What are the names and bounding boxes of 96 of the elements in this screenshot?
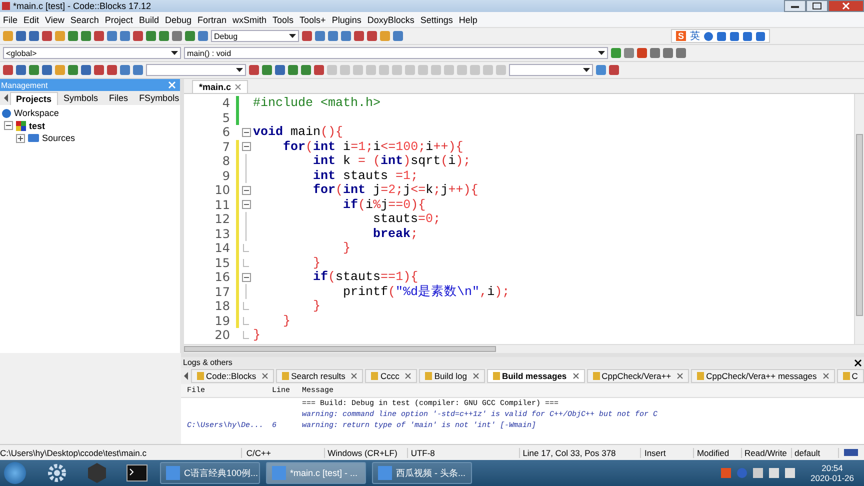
start-button[interactable]: [4, 462, 26, 484]
code-line: for(int i=1;i<=100;i++){: [282, 140, 464, 154]
menu-item[interactable]: Edit: [20, 14, 42, 24]
window-title: *main.c [test] - Code::Blocks 17.12: [13, 1, 152, 11]
menu-item[interactable]: wxSmith: [230, 14, 270, 24]
code-line: for(int j=2;j<=k;j++){: [312, 183, 478, 198]
menu-item[interactable]: Plugins: [328, 14, 364, 24]
input-mode-toggle[interactable]: 英: [690, 29, 700, 43]
menu-item[interactable]: Search: [67, 14, 102, 24]
menu-item[interactable]: Tools: [270, 14, 297, 24]
tree-item[interactable]: Sources: [42, 133, 76, 144]
collapse-icon[interactable]: [4, 121, 13, 130]
menu-item[interactable]: Debug: [162, 14, 194, 24]
status-field: C:\Users\hy\Desktop\ccode\test\main.c: [0, 448, 242, 458]
code-line: int stauts =1;: [312, 168, 418, 183]
close-icon: [841, 2, 851, 10]
status-field: Line 17, Col 33, Pos 378: [520, 448, 642, 458]
build-target-dropdown[interactable]: Debug: [211, 30, 299, 42]
log-tab[interactable]: Build log: [419, 369, 485, 383]
menu-item[interactable]: Settings: [417, 14, 456, 24]
code-line: }: [312, 299, 321, 314]
vertical-scrollbar[interactable]: [854, 94, 864, 344]
code-line: if(stauts==1){: [312, 270, 418, 284]
tree-item[interactable]: Workspace: [14, 108, 59, 118]
menu-item[interactable]: Tools+: [296, 14, 329, 24]
code-line: }: [342, 241, 351, 256]
status-field: UTF-8: [408, 448, 520, 458]
clock-time: 20:54: [822, 463, 843, 473]
status-field: C/C++: [242, 448, 325, 458]
code-line: int k = (int)sqrt(i);: [312, 154, 471, 168]
menu-item[interactable]: Project: [102, 14, 136, 24]
taskbar-button[interactable]: 西瓜视频 - 头条...: [372, 462, 472, 484]
panel-tab[interactable]: Projects: [10, 92, 58, 104]
code-line: #include <math.h>: [253, 96, 381, 110]
maximize-button[interactable]: [806, 0, 828, 12]
horizontal-scrollbar[interactable]: [184, 344, 864, 353]
hexagon-icon[interactable]: [86, 462, 108, 484]
panel-tab[interactable]: Symbols: [58, 92, 104, 104]
fold-icon[interactable]: [242, 200, 250, 210]
log-tab[interactable]: Search results: [276, 369, 364, 383]
log-tab[interactable]: C: [836, 369, 864, 383]
zoom-dropdown[interactable]: [509, 64, 593, 76]
taskbar-button[interactable]: C语言经典100例...: [160, 462, 260, 484]
app-icon: [2, 2, 10, 10]
close-icon[interactable]: [854, 358, 862, 366]
left-arrow-icon[interactable]: [3, 94, 9, 102]
fold-icon[interactable]: [242, 272, 250, 282]
code-line: break;: [372, 226, 418, 241]
fold-icon[interactable]: [242, 128, 250, 137]
code-line: }: [282, 314, 291, 328]
search-dropdown[interactable]: [146, 64, 246, 76]
minimize-button[interactable]: [784, 0, 806, 12]
expand-icon[interactable]: [16, 134, 25, 143]
log-tab[interactable]: Code::Blocks: [191, 369, 274, 383]
function-dropdown[interactable]: main() : void: [184, 47, 608, 59]
status-field: default: [792, 448, 840, 458]
code-line: if(i%j==0){: [342, 198, 426, 212]
terminal-icon[interactable]: [126, 464, 148, 482]
minimize-icon: [790, 3, 800, 9]
log-tab[interactable]: CppCheck/Vera++: [586, 369, 690, 383]
panel-title: Management: [1, 80, 48, 90]
status-field: Read/Write: [742, 448, 792, 458]
status-field: Modified: [694, 448, 742, 458]
status-field: Insert: [641, 448, 694, 458]
log-tab[interactable]: Build messages: [486, 369, 585, 383]
code-line: }: [253, 328, 261, 342]
menu-item[interactable]: Build: [136, 14, 162, 24]
folder-icon: [28, 134, 39, 142]
left-arrow-icon[interactable]: [183, 372, 189, 380]
panel-tab[interactable]: Files: [104, 92, 134, 104]
menu-item[interactable]: DoxyBlocks: [364, 14, 418, 24]
log-tab[interactable]: Cccc: [365, 369, 418, 383]
panel-tab[interactable]: FSymbols: [134, 92, 184, 104]
scope-dropdown[interactable]: <global>: [3, 47, 181, 59]
fold-icon[interactable]: [242, 186, 250, 195]
fold-icon[interactable]: [242, 142, 250, 152]
ime-logo: S: [676, 31, 686, 41]
maximize-icon: [812, 2, 822, 10]
fold-line-icon: [245, 284, 247, 300]
log-tab[interactable]: CppCheck/Vera++ messages: [691, 369, 835, 383]
code-line: }: [312, 256, 321, 270]
project-icon: [16, 120, 26, 131]
menu-item[interactable]: Help: [456, 14, 480, 24]
status-field: Windows (CR+LF): [324, 448, 408, 458]
file-tab[interactable]: *main.c: [192, 80, 248, 93]
menu-item[interactable]: View: [42, 14, 68, 24]
code-line: void main(){: [253, 125, 344, 140]
code-line: printf("%d是素数\n",i);: [342, 284, 510, 300]
menu-item[interactable]: Fortran: [194, 14, 230, 24]
close-button[interactable]: [828, 0, 864, 12]
menu-item[interactable]: File: [0, 14, 21, 24]
tree-item[interactable]: test: [29, 120, 46, 131]
globe-icon: [2, 108, 11, 118]
panel-title: Logs & others: [183, 358, 232, 367]
clock-date: 2020-01-26: [810, 473, 854, 483]
code-line: stauts=0;: [372, 212, 441, 226]
